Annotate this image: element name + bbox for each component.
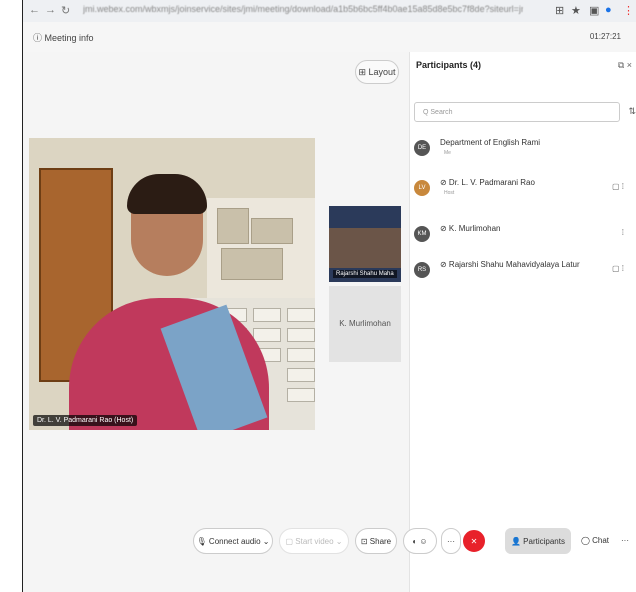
tab-grid-icon[interactable]: ⊞ [555,4,564,17]
reload-icon[interactable]: ↻ [61,4,70,17]
connect-audio-button[interactable]: 🎙 Connect audio ⌄ [193,528,273,554]
participant-row[interactable]: RS ⊘ Rajarshi Shahu Mahavidyalaya Latur … [414,258,628,288]
end-meeting-button[interactable]: ✕ [463,530,485,552]
video-shelf [207,198,315,298]
main-video-name-tag: Dr. L. V. Padmarani Rao (Host) [33,415,138,426]
participant-name: ⊘ Rajarshi Shahu Mahavidyalaya Latur [440,260,580,269]
meeting-timer: 01:27:21 [589,32,621,41]
forward-icon[interactable]: → [45,4,56,16]
sort-icon[interactable]: ⇅ [628,106,636,117]
participant-row[interactable]: KM ⊘ K. Murlimohan ⁞ [414,222,628,252]
browser-toolbar: ← → ↻ jmi.webex.com/wbxmjs/joinservice/s… [23,0,636,22]
participant-row[interactable]: DE Department of English Rami Me [414,136,628,166]
participants-toggle-button[interactable]: 👤 Participants [505,528,571,554]
participant-role: Host [444,190,455,196]
layout-button[interactable]: ⊞ Layout [355,60,399,84]
meeting-info-link[interactable]: ⓘ Meeting info [33,31,94,44]
more-options-button[interactable]: ··· [441,528,461,554]
participant-status-icons: ▢ ⁞ [611,182,624,191]
start-video-button[interactable]: ▢ Start video ⌄ [279,528,349,554]
participant-name: ⊘ Dr. L. V. Padmarani Rao [440,178,535,187]
avatar: RS [414,262,430,278]
share-button[interactable]: ⊡ Share [355,528,397,554]
address-bar[interactable]: jmi.webex.com/wbxmjs/joinservice/sites/j… [83,4,523,17]
participant-name: Department of English Rami [440,138,541,147]
participants-title: Participants (4) [416,60,482,70]
thumbnail-name-tag: Rajarshi Shahu Maha [333,270,397,278]
panel-popout-close-icon[interactable]: ⧉ × [618,60,632,71]
participant-role: Me [444,150,451,156]
thumbnail-video-feed [329,228,401,268]
main-video-tile[interactable]: Dr. L. V. Padmarani Rao (Host) [29,138,315,430]
profile-icon[interactable]: ● [605,4,612,16]
avatar: LV [414,180,430,196]
more-panels-button[interactable]: ··· [617,528,633,554]
avatar: KM [414,226,430,242]
participant-search-input[interactable]: Q Search [414,102,620,122]
participants-panel: Participants (4) ⧉ × Q Search ⇅ DE Depar… [409,52,636,592]
participant-status-icons: ▢ ⁞ [611,264,624,273]
chat-toggle-button[interactable]: ◯ Chat [577,528,613,554]
avatar: DE [414,140,430,156]
browser-menu-icon[interactable]: ⋮ [623,4,634,17]
extension-icon[interactable]: ▣ [589,4,599,17]
video-thumbnail-rajarshi[interactable]: Rajarshi Shahu Maha [329,206,401,282]
participant-status-icons: ⁞ [621,228,624,237]
reactions-button[interactable]: ◐ ☺ [403,528,437,554]
meeting-window: ← → ↻ jmi.webex.com/wbxmjs/joinservice/s… [22,0,636,592]
meeting-header: ⓘ Meeting info 01:27:21 [23,22,636,52]
video-thumbnail-murlimohan[interactable]: K. Murlimohan [329,286,401,362]
back-icon[interactable]: ← [29,4,40,16]
bookmark-star-icon[interactable]: ★ [571,4,581,17]
participant-name: ⊘ K. Murlimohan [440,224,501,233]
meeting-controls: 🎙 Connect audio ⌄ ▢ Start video ⌄ ⊡ Shar… [23,520,636,570]
participant-row[interactable]: LV ⊘ Dr. L. V. Padmarani Rao Host ▢ ⁞ [414,176,628,206]
